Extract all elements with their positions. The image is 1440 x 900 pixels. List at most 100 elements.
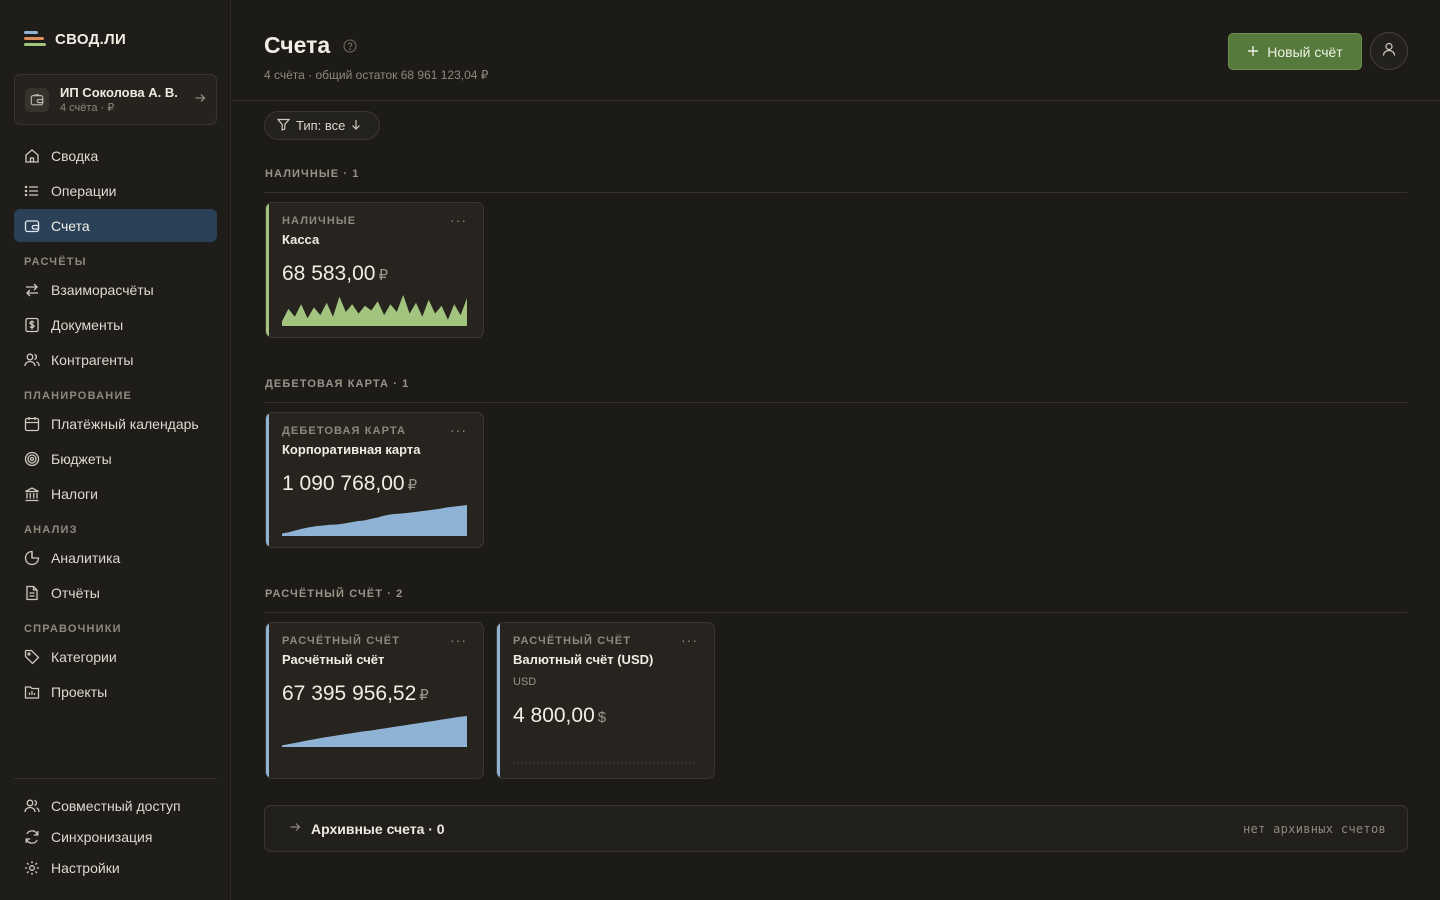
sidebar-item-payment-calendar[interactable]: Платёжный календарь [14, 407, 217, 440]
sidebar-item-label: Контрагенты [51, 351, 134, 368]
tag-icon [24, 649, 40, 665]
group-label-settlement: РАСЧЁТНЫЙ СЧЁТ · 2 [265, 588, 404, 600]
page-subtitle: 4 счёта · общий остаток 68 961 123,04 ₽ [264, 68, 489, 82]
plus-icon [1247, 44, 1259, 60]
more-icon[interactable]: ··· [681, 632, 698, 648]
account-name: Расчётный счёт [282, 652, 385, 667]
sidebar-item-documents[interactable]: Документы [14, 308, 217, 341]
user-icon [1381, 41, 1397, 62]
archive-note: нет архивных счетов [1243, 821, 1386, 836]
account-card-settlement[interactable]: РАСЧЁТНЫЙ СЧЁТ Расчётный счёт ··· 67 395… [265, 622, 484, 779]
sidebar-item-label: Платёжный календарь [51, 415, 199, 432]
org-sub: 4 счёта · ₽ [60, 101, 115, 114]
sparkline-area [282, 295, 467, 326]
account-card-usd[interactable]: РАСЧЁТНЫЙ СЧЁТ Валютный счёт (USD) ··· U… [496, 622, 715, 779]
arrow-right-icon [194, 92, 206, 107]
account-balance: 4 800,00 $ [513, 704, 606, 728]
more-icon[interactable]: ··· [450, 632, 467, 648]
sidebar-item-sharing[interactable]: Совместный доступ [14, 789, 217, 822]
account-amount: 67 395 956,52 [282, 682, 417, 705]
folder-chart-icon [24, 684, 40, 700]
new-account-button[interactable]: Новый счёт [1228, 33, 1362, 70]
group-divider [264, 402, 1407, 403]
account-card-corporate[interactable]: ДЕБЕТОВАЯ КАРТА Корпоративная карта ··· … [265, 412, 484, 548]
account-color-bar [266, 623, 269, 778]
users-icon [24, 352, 40, 368]
sidebar-item-categories[interactable]: Категории [14, 640, 217, 673]
sidebar-item-counterparties[interactable]: Контрагенты [14, 343, 217, 376]
more-icon[interactable]: ··· [450, 212, 467, 228]
wallet-icon [24, 218, 40, 234]
account-name: Касса [282, 232, 320, 247]
gear-icon [24, 860, 40, 876]
logo-icon [24, 30, 46, 48]
sidebar-item-label: Сводка [51, 147, 99, 164]
nav-section-title: АНАЛИЗ [24, 524, 78, 536]
users-icon [24, 798, 40, 814]
sidebar-item-settings[interactable]: Настройки [14, 851, 217, 884]
sidebar-item-taxes[interactable]: Налоги [14, 477, 217, 510]
org-switcher[interactable]: ИП Соколова А. В. 4 счёта · ₽ [14, 74, 217, 125]
account-color-bar [266, 413, 269, 547]
account-kind: РАСЧЁТНЫЙ СЧЁТ [513, 635, 632, 647]
group-divider [264, 612, 1407, 613]
sidebar-item-label: Аналитика [51, 549, 121, 566]
list-icon [24, 183, 40, 199]
sidebar-item-operations[interactable]: Операции [14, 174, 217, 207]
account-name: Валютный счёт (USD) [513, 652, 654, 667]
sidebar-item-label: Настройки [51, 859, 120, 876]
account-card-cash[interactable]: НАЛИЧНЫЕ Касса ··· 68 583,00 ₽ [265, 202, 484, 338]
sidebar-item-label: Категории [51, 648, 117, 665]
sidebar-item-analytics[interactable]: Аналитика [14, 541, 217, 574]
help-icon[interactable] [343, 39, 357, 58]
archive-section[interactable]: Архивные счета · 0 нет архивных счетов [264, 805, 1408, 852]
sparkline-area [282, 505, 467, 536]
refresh-icon [24, 829, 40, 845]
account-sparkline [282, 295, 467, 326]
sidebar-item-sync[interactable]: Синхронизация [14, 820, 217, 853]
target-icon [24, 451, 40, 467]
group-divider [264, 192, 1407, 193]
sidebar-item-projects[interactable]: Проекты [14, 675, 217, 708]
sidebar-item-label: Взаиморасчёты [51, 281, 154, 298]
dollar-document-icon [24, 317, 40, 333]
sidebar-item-accounts[interactable]: Счета [14, 209, 217, 242]
nav-section-title: СПРАВОЧНИКИ [24, 623, 122, 635]
sidebar-item-label: Совместный доступ [51, 797, 181, 814]
account-currency: ₽ [378, 267, 388, 284]
sidebar-item-label: Счета [51, 217, 90, 234]
sidebar-item-summary[interactable]: Сводка [14, 139, 217, 172]
account-name: Корпоративная карта [282, 442, 421, 457]
account-sparkline [282, 716, 467, 747]
page-title: Счета [264, 32, 331, 58]
calendar-icon [24, 416, 40, 432]
sidebar-item-label: Проекты [51, 683, 108, 700]
sidebar-item-label: Отчёты [51, 584, 100, 601]
avatar[interactable] [1370, 32, 1408, 70]
archive-title: Архивные счета · 0 [311, 820, 445, 837]
sidebar-item-budgets[interactable]: Бюджеты [14, 442, 217, 475]
account-sparkline-empty [513, 762, 698, 764]
account-currency: ₽ [419, 687, 429, 704]
account-balance: 1 090 768,00 ₽ [282, 472, 417, 496]
account-currency-code: USD [513, 676, 537, 688]
sidebar-item-label: Документы [51, 316, 124, 333]
account-currency: $ [597, 709, 607, 726]
app-logo[interactable]: СВОД.ЛИ [24, 30, 126, 48]
org-name: ИП Соколова А. В. [60, 84, 178, 100]
new-account-label: Новый счёт [1267, 43, 1343, 60]
sidebar-item-label: Синхронизация [51, 828, 153, 845]
page-header: Счета 4 счёта · общий остаток 68 961 123… [232, 0, 1440, 101]
type-filter[interactable]: Тип: все [264, 111, 380, 140]
sidebar-item-reports[interactable]: Отчёты [14, 576, 217, 609]
pie-chart-icon [24, 550, 40, 566]
chevron-right-icon [289, 820, 301, 838]
sidebar: СВОД.ЛИ ИП Соколова А. В. 4 счёта · ₽ Св… [0, 0, 231, 900]
account-sparkline [282, 505, 467, 536]
sidebar-item-settlements[interactable]: Взаиморасчёты [14, 273, 217, 306]
more-icon[interactable]: ··· [450, 422, 467, 438]
filter-icon [276, 118, 291, 134]
sidebar-item-label: Операции [51, 182, 117, 199]
sparkline-area [282, 716, 467, 747]
arrow-down-icon [351, 118, 361, 133]
